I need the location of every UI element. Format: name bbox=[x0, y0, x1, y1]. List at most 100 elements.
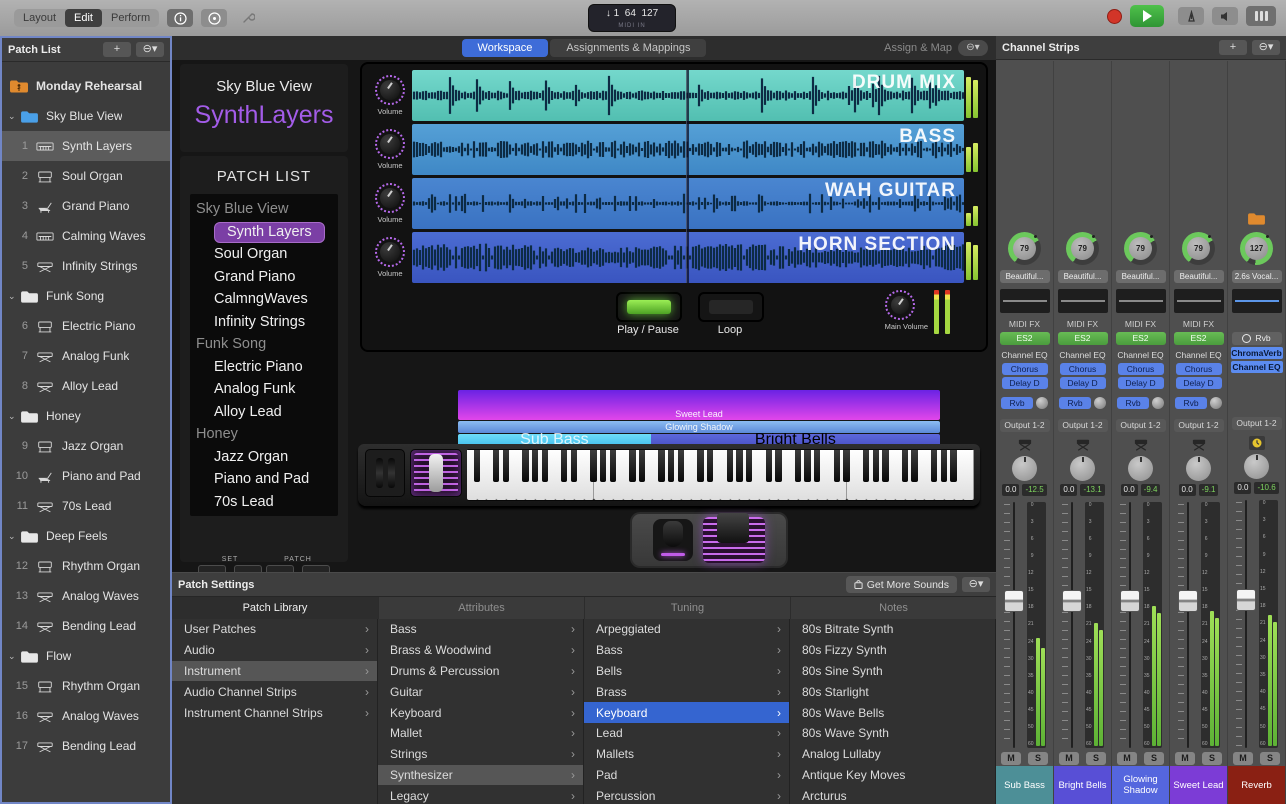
set-row[interactable]: ⌄Deep Feels bbox=[2, 521, 170, 551]
piano-key-black[interactable] bbox=[775, 450, 781, 482]
piano-key-black[interactable] bbox=[911, 450, 917, 482]
patch-row[interactable]: 3Grand Piano bbox=[2, 191, 170, 221]
metronome-icon[interactable] bbox=[1178, 7, 1204, 25]
fader[interactable] bbox=[1236, 498, 1256, 750]
patch-row[interactable]: 12Rhythm Organ bbox=[2, 551, 170, 581]
eq-thumbnail[interactable] bbox=[1058, 289, 1108, 313]
instrument-slot[interactable]: ES2 bbox=[1116, 332, 1166, 345]
set-row[interactable]: ⌄Sky Blue View bbox=[2, 101, 170, 131]
browser-row[interactable]: Legacy› bbox=[378, 785, 583, 804]
plugin-slot[interactable]: Delay D bbox=[1002, 377, 1048, 389]
patch-row[interactable]: 17Bending Lead bbox=[2, 731, 170, 761]
output-slot[interactable]: Output 1-2 bbox=[1116, 419, 1166, 432]
piano-key-black[interactable] bbox=[474, 450, 480, 482]
pan-knob[interactable] bbox=[1070, 456, 1095, 481]
sustain-pedal[interactable] bbox=[653, 519, 693, 561]
fader[interactable] bbox=[1178, 500, 1198, 750]
browser-row[interactable]: Guitar› bbox=[378, 681, 583, 702]
plugin-slot[interactable]: Delay D bbox=[1176, 377, 1222, 389]
disclosure-triangle-icon[interactable]: ⌄ bbox=[8, 291, 18, 302]
play-button[interactable] bbox=[1130, 5, 1164, 27]
fader-cap[interactable] bbox=[1178, 590, 1198, 612]
plugin-slot[interactable]: Chorus bbox=[1060, 363, 1106, 375]
patch-row[interactable]: 4Calming Waves bbox=[2, 221, 170, 251]
master-mute-icon[interactable] bbox=[1212, 7, 1238, 25]
display-patch-row[interactable]: Jazz Organ bbox=[190, 446, 338, 469]
browser-row[interactable]: Percussion› bbox=[584, 785, 789, 804]
patch-row[interactable]: 1Synth Layers bbox=[2, 131, 170, 161]
display-patch-row[interactable]: Infinity Strings bbox=[190, 311, 338, 334]
solo-button[interactable]: S bbox=[1260, 752, 1280, 765]
fader[interactable] bbox=[1004, 500, 1024, 750]
fader-cap[interactable] bbox=[1004, 590, 1024, 612]
level-knob[interactable]: 127 bbox=[1240, 232, 1273, 265]
patch-row[interactable]: 15Rhythm Organ bbox=[2, 671, 170, 701]
workspace-action-menu[interactable]: ⊖▾ bbox=[958, 40, 988, 56]
browser-row[interactable]: Arcturus bbox=[790, 785, 995, 804]
send-button[interactable]: Rvb bbox=[1059, 397, 1091, 409]
fader-cap[interactable] bbox=[1120, 590, 1140, 612]
eq-plugin-label[interactable]: Channel EQ bbox=[1001, 349, 1047, 361]
browser-row[interactable]: 80s Wave Bells bbox=[790, 702, 995, 723]
plugin-slot[interactable]: Chorus bbox=[1002, 363, 1048, 375]
display-patch-row[interactable]: Alloy Lead bbox=[190, 401, 338, 424]
send-button[interactable]: Rvb bbox=[1175, 397, 1207, 409]
set-row[interactable]: ⌄Flow bbox=[2, 641, 170, 671]
browser-row[interactable]: User Patches› bbox=[172, 619, 377, 640]
output-slot[interactable]: Output 1-2 bbox=[1232, 417, 1282, 430]
patch-row[interactable]: 14Bending Lead bbox=[2, 611, 170, 641]
piano-key-black[interactable] bbox=[610, 450, 616, 482]
patch-row[interactable]: 10Piano and Pad bbox=[2, 461, 170, 491]
display-patch-row[interactable]: Electric Piano bbox=[190, 356, 338, 379]
piano-key-black[interactable] bbox=[863, 450, 869, 482]
piano-key-black[interactable] bbox=[503, 450, 509, 482]
preset-name[interactable]: Beautiful... bbox=[1058, 270, 1108, 283]
display-set-row[interactable]: Sky Blue View bbox=[190, 198, 338, 221]
send-knob[interactable] bbox=[1036, 397, 1048, 409]
output-slot[interactable]: Output 1-2 bbox=[1000, 419, 1050, 432]
piano-key-black[interactable] bbox=[931, 450, 937, 482]
mute-button[interactable]: M bbox=[1117, 752, 1137, 765]
instrument-slot[interactable]: ES2 bbox=[1000, 332, 1050, 345]
patch-settings-tab-notes[interactable]: Notes bbox=[790, 597, 996, 619]
disclosure-triangle-icon[interactable]: ⌄ bbox=[8, 111, 18, 122]
browser-row[interactable]: Instrument Channel Strips› bbox=[172, 702, 377, 723]
preset-name[interactable]: Beautiful... bbox=[1116, 270, 1166, 283]
level-knob[interactable]: 79 bbox=[1008, 232, 1041, 265]
strip-name[interactable]: Bright Bells bbox=[1054, 766, 1111, 804]
patch-settings-tab-patch-library[interactable]: Patch Library bbox=[172, 597, 378, 619]
volume-knob[interactable] bbox=[375, 183, 405, 213]
piano-key-black[interactable] bbox=[941, 450, 947, 482]
browser-row[interactable]: Bass› bbox=[584, 640, 789, 661]
volume-knob[interactable] bbox=[375, 75, 405, 105]
record-button[interactable] bbox=[1107, 9, 1122, 24]
piano-key-black[interactable] bbox=[668, 450, 674, 482]
browser-row[interactable]: Bells› bbox=[584, 661, 789, 682]
piano-key-black[interactable] bbox=[571, 450, 577, 482]
browser-row[interactable]: Audio› bbox=[172, 640, 377, 661]
instrument-slot[interactable]: ES2 bbox=[1174, 332, 1224, 345]
piano-key-black[interactable] bbox=[902, 450, 908, 482]
fader[interactable] bbox=[1120, 500, 1140, 750]
browser-row[interactable]: Arpeggiated› bbox=[584, 619, 789, 640]
plugin-slot[interactable]: Channel EQ bbox=[1231, 361, 1283, 373]
plugin-slot[interactable]: Chorus bbox=[1176, 363, 1222, 375]
browser-row[interactable]: Analog Lullaby bbox=[790, 744, 995, 765]
piano-key-black[interactable] bbox=[736, 450, 742, 482]
channel-strips-action-menu[interactable]: ⊖▾ bbox=[1252, 40, 1280, 55]
main-volume-knob[interactable] bbox=[885, 290, 915, 320]
preset-name[interactable]: Beautiful... bbox=[1174, 270, 1224, 283]
tab-workspace[interactable]: Workspace bbox=[462, 39, 549, 57]
browser-row[interactable]: Keyboard› bbox=[584, 702, 789, 723]
piano-key-black[interactable] bbox=[843, 450, 849, 482]
concert-row[interactable]: Monday Rehearsal bbox=[2, 71, 170, 101]
patch-row[interactable]: 1170s Lead bbox=[2, 491, 170, 521]
piano-key-black[interactable] bbox=[766, 450, 772, 482]
eq-thumbnail[interactable] bbox=[1232, 289, 1282, 313]
display-patch-row[interactable]: Synth Layers bbox=[190, 221, 338, 244]
piano-key-black[interactable] bbox=[834, 450, 840, 482]
eq-plugin-label[interactable]: Channel EQ bbox=[1175, 349, 1221, 361]
fader-cap[interactable] bbox=[1062, 590, 1082, 612]
mode-layout[interactable]: Layout bbox=[14, 9, 65, 27]
browser-row[interactable]: Mallets› bbox=[584, 744, 789, 765]
